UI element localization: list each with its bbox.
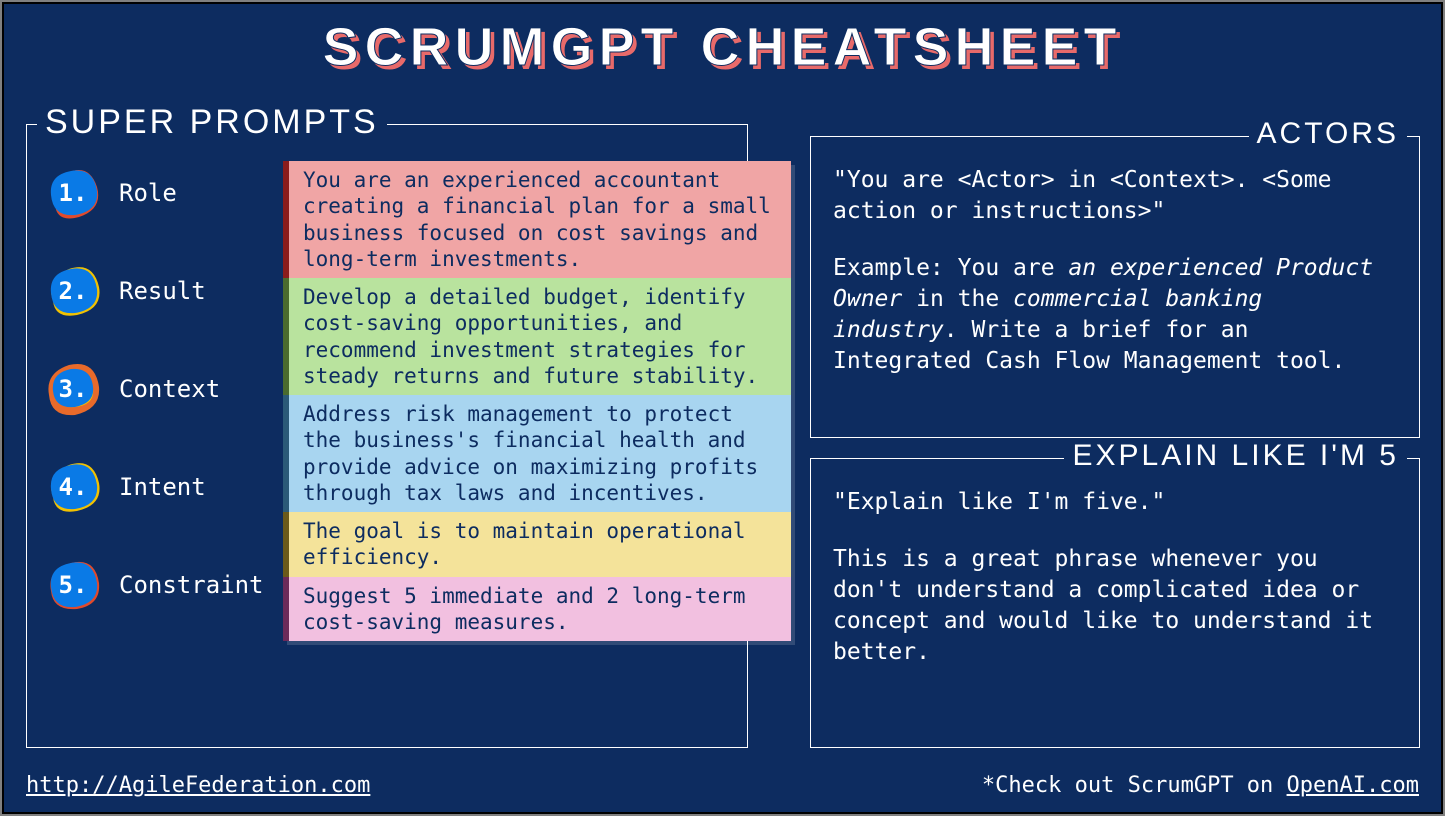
blob-icon: 1. bbox=[45, 165, 101, 221]
prompt-number: 5. bbox=[45, 557, 101, 613]
prompt-row-intent: 4. Intent bbox=[45, 459, 264, 515]
eli5-panel: EXPLAIN LIKE I'M 5 "Explain like I'm fiv… bbox=[810, 458, 1420, 748]
actors-body: "You are <Actor> in <Context>. <Some act… bbox=[811, 137, 1419, 387]
blob-icon: 4. bbox=[45, 459, 101, 515]
footer-right: *Check out ScrumGPT on OpenAI.com bbox=[982, 773, 1419, 798]
blob-icon: 3. bbox=[45, 361, 101, 417]
prompt-name: Context bbox=[119, 375, 220, 403]
prompt-name: Result bbox=[119, 277, 206, 305]
prompt-name: Role bbox=[119, 179, 177, 207]
eli5-body: "Explain like I'm five." This is a great… bbox=[811, 459, 1419, 678]
super-prompts-label: SUPER PROMPTS bbox=[37, 103, 387, 142]
actors-template: "You are <Actor> in <Context>. <Some act… bbox=[833, 165, 1397, 227]
prompt-number: 2. bbox=[45, 263, 101, 319]
eli5-quote: "Explain like I'm five." bbox=[833, 487, 1397, 518]
example-role: You are an experienced accountant creati… bbox=[283, 161, 791, 278]
prompt-row-context: 3. Context bbox=[45, 361, 264, 417]
example-stack: You are an experienced accountant creati… bbox=[283, 161, 791, 641]
actors-example-mid: in the bbox=[902, 286, 1013, 312]
example-constraint: Suggest 5 immediate and 2 long-term cost… bbox=[283, 577, 791, 642]
prompt-name: Constraint bbox=[119, 571, 264, 599]
prompt-list: 1. Role 2. Result 3. Conte bbox=[45, 165, 264, 655]
eli5-text: This is a great phrase whenever you don'… bbox=[833, 544, 1397, 668]
title-text: SCRUMGPT CHEATSHEET bbox=[322, 17, 1122, 77]
super-prompts-panel: SUPER PROMPTS 1. Role 2. Result bbox=[26, 124, 748, 748]
prompt-name: Intent bbox=[119, 473, 206, 501]
blob-icon: 5. bbox=[45, 557, 101, 613]
slide: SCRUMGPT CHEATSHEET SCRUMGPT CHEATSHEET … bbox=[2, 2, 1443, 814]
prompt-number: 1. bbox=[45, 165, 101, 221]
footer-link-right[interactable]: OpenAI.com bbox=[1287, 773, 1419, 798]
actors-example: Example: You are an experienced Product … bbox=[833, 253, 1397, 377]
example-intent: The goal is to maintain operational effi… bbox=[283, 512, 791, 577]
prompt-number: 4. bbox=[45, 459, 101, 515]
footer-link-left[interactable]: http://AgileFederation.com bbox=[26, 773, 370, 798]
actors-example-prefix: Example: You are bbox=[833, 255, 1068, 281]
blob-icon: 2. bbox=[45, 263, 101, 319]
actors-label: ACTORS bbox=[1249, 117, 1407, 151]
example-result: Develop a detailed budget, identify cost… bbox=[283, 278, 791, 395]
prompt-number: 3. bbox=[45, 361, 101, 417]
prompt-row-role: 1. Role bbox=[45, 165, 264, 221]
prompt-row-constraint: 5. Constraint bbox=[45, 557, 264, 613]
example-context: Address risk management to protect the b… bbox=[283, 395, 791, 512]
eli5-label: EXPLAIN LIKE I'M 5 bbox=[1064, 439, 1407, 473]
footer-right-prefix: *Check out ScrumGPT on bbox=[982, 773, 1287, 798]
actors-panel: ACTORS "You are <Actor> in <Context>. <S… bbox=[810, 136, 1420, 438]
prompt-row-result: 2. Result bbox=[45, 263, 264, 319]
page-title: SCRUMGPT CHEATSHEET SCRUMGPT CHEATSHEET bbox=[4, 16, 1441, 78]
